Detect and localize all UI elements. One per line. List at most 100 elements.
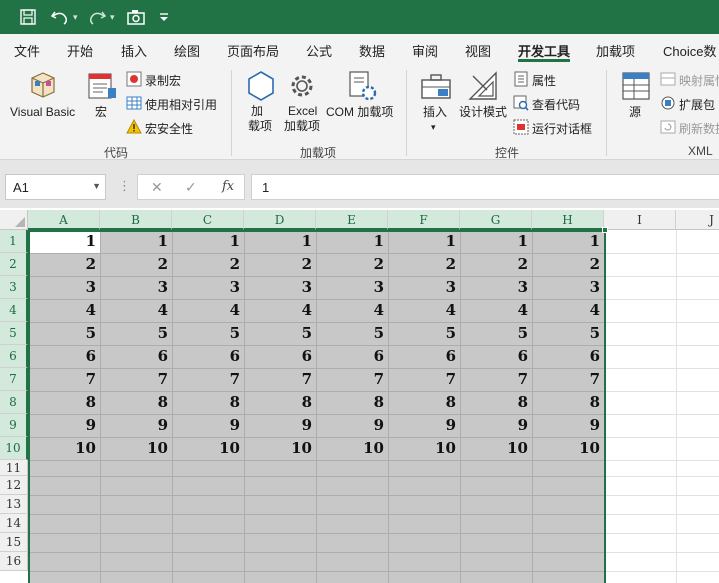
tab-draw[interactable]: 绘图 [174,41,200,60]
map-properties-icon [660,71,676,90]
column-header-j[interactable]: J [676,210,719,230]
select-all-button[interactable] [0,210,28,230]
row-header-5[interactable]: 5 [0,322,28,345]
customize-qat-icon[interactable] [158,8,170,26]
refresh-data-button[interactable]: 刷新数据 [679,120,719,137]
save-icon[interactable] [19,8,37,26]
record-macro-icon [126,71,142,90]
row-header-7[interactable]: 7 [0,368,28,391]
row-header-9[interactable]: 9 [0,414,28,437]
row-header-2[interactable]: 2 [0,253,28,276]
row-header-15[interactable]: 15 [0,533,28,552]
camera-icon[interactable] [126,8,146,26]
undo-dropdown-icon[interactable]: ▾ [73,8,78,26]
tab-home[interactable]: 开始 [67,41,93,60]
visual-basic-button[interactable]: Visual Basic [10,105,75,120]
column-header-e[interactable]: E [316,210,388,230]
tab-developer[interactable]: 开发工具 [518,41,570,60]
expansion-packs-icon [660,95,676,114]
title-bar: ▾ ▾ [0,0,719,34]
xml-source-icon [620,70,652,105]
expansion-packs-button[interactable]: 扩展包 [679,96,715,113]
design-mode-button[interactable]: 设计模式 [459,105,507,120]
tab-addins[interactable]: 加载项 [596,41,635,60]
cancel-icon[interactable]: ✕ [151,179,163,196]
undo-icon[interactable] [50,8,70,26]
group-label-controls: 控件 [495,146,520,160]
row-header-12[interactable]: 12 [0,476,28,495]
name-box-value: A1 [13,180,29,195]
map-properties-button[interactable]: 映射属性 [679,72,719,89]
column-header-c[interactable]: C [172,210,244,230]
com-addins-button[interactable]: COM 加载项 [326,105,393,120]
formula-input[interactable]: 1 [251,174,719,200]
relative-refs-icon [126,95,142,114]
tab-page-layout[interactable]: 页面布局 [227,41,279,60]
selection-border [28,230,606,583]
row-header-10[interactable]: 10 [0,437,28,460]
view-code-icon [513,95,529,114]
tab-data[interactable]: 数据 [359,41,385,60]
row-header-4[interactable]: 4 [0,299,28,322]
refresh-data-icon [660,119,676,138]
relative-refs-button[interactable]: 使用相对引用 [145,96,217,113]
worksheet-grid[interactable]: A B C D E F G H I J 1 2 3 4 5 6 7 8 9 10 11 12 13 14 15 16 1 1 1 1 1 1 1… [0,210,719,583]
row-header-16[interactable]: 16 [0,552,28,571]
properties-icon [513,71,529,90]
group-label-code: 代码 [104,146,129,160]
tab-insert[interactable]: 插入 [121,41,147,60]
row-header-8[interactable]: 8 [0,391,28,414]
column-header-f[interactable]: F [388,210,460,230]
excel-addins-button-line2[interactable]: 加载项 [284,119,320,134]
insert-control-button[interactable]: 插入 [423,105,447,120]
redo-icon[interactable] [87,8,107,26]
insert-function-button[interactable]: fx [222,179,234,194]
ribbon-tabs: 文件 开始 插入 绘图 页面布局 公式 数据 审阅 视图 开发工具 加载项 Ch… [0,34,719,64]
more-options-icon[interactable]: ⋮ [118,178,131,194]
row-header-13[interactable]: 13 [0,495,28,514]
row-header-6[interactable]: 6 [0,345,28,368]
tab-formulas[interactable]: 公式 [306,41,332,60]
row-header-11[interactable]: 11 [0,460,28,476]
column-header-h[interactable]: H [532,210,604,230]
column-header-d[interactable]: D [244,210,316,230]
visual-basic-icon [26,70,60,103]
record-macro-button[interactable]: 录制宏 [145,72,181,89]
run-dialog-button[interactable]: 运行对话框 [532,120,592,137]
run-dialog-icon [513,119,529,138]
com-addins-icon [346,70,378,105]
addins-button-line2[interactable]: 载项 [248,119,272,134]
column-header-a[interactable]: A [28,210,100,230]
tab-file[interactable]: 文件 [14,41,40,60]
macros-button[interactable]: 宏 [95,105,107,120]
column-header-g[interactable]: G [460,210,532,230]
design-mode-icon [467,70,499,105]
name-box[interactable]: A1 ▼ [5,174,106,200]
group-separator [606,70,607,156]
xml-source-button[interactable]: 源 [629,105,641,120]
addins-button-line1[interactable]: 加 [251,104,263,119]
column-header-b[interactable]: B [100,210,172,230]
row-header-3[interactable]: 3 [0,276,28,299]
row-header-1[interactable]: 1 [0,230,28,253]
tab-choice[interactable]: Choice数 [663,41,716,60]
properties-button[interactable]: 属性 [532,72,556,89]
macro-security-button[interactable]: 宏安全性 [145,120,193,137]
tab-view[interactable]: 视图 [465,41,491,60]
tab-review[interactable]: 审阅 [412,41,438,60]
redo-dropdown-icon[interactable]: ▾ [110,8,115,26]
column-header-i[interactable]: I [604,210,676,230]
warning-icon [126,118,142,138]
fill-handle[interactable] [602,227,608,233]
group-separator [231,70,232,156]
group-label-xml: XML [688,144,713,158]
view-code-button[interactable]: 查看代码 [532,96,580,113]
enter-icon[interactable]: ✓ [185,179,197,196]
row-header-14[interactable]: 14 [0,514,28,533]
excel-addins-button-line1[interactable]: Excel [288,104,317,119]
formula-input-value: 1 [262,180,270,195]
chevron-down-icon[interactable]: ▼ [92,181,101,191]
chevron-down-icon[interactable]: ▾ [431,120,436,135]
gear-icon [287,70,317,105]
gridline-vertical [676,230,677,583]
